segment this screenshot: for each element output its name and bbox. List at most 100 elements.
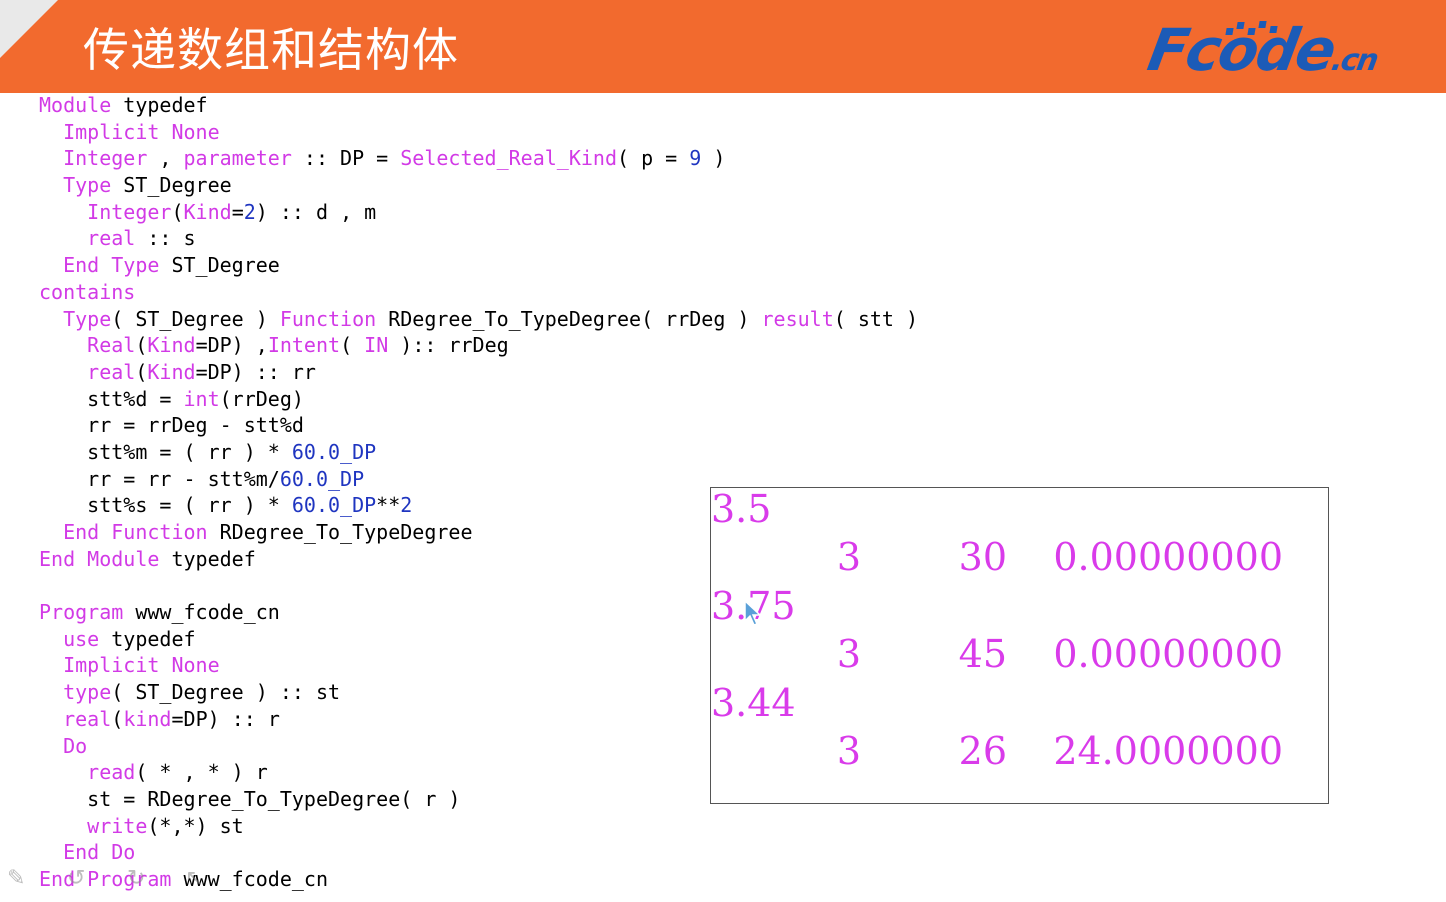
code-number: 60.0_DP bbox=[291, 493, 377, 518]
code-text: stt%m = ( rr ) * bbox=[39, 439, 292, 464]
code-keyword: Do bbox=[63, 733, 88, 758]
code-keyword: real bbox=[63, 706, 112, 731]
fcode-logo: Fcode.cn bbox=[1143, 16, 1438, 84]
code-keyword: type bbox=[63, 680, 112, 705]
code-line: write(*,*) st bbox=[39, 813, 918, 840]
console-minute-value: 30 bbox=[958, 535, 1007, 579]
code-text: st = RDegree_To_TypeDegree( r ) bbox=[39, 786, 461, 811]
code-text: = bbox=[231, 199, 244, 224]
console-minute-value: 26 bbox=[958, 729, 1007, 773]
code-line: Type( ST_Degree ) Function RDegree_To_Ty… bbox=[39, 306, 918, 333]
code-text: ( bbox=[135, 333, 148, 358]
code-text: typedef bbox=[99, 626, 196, 651]
code-keyword: Real bbox=[87, 333, 136, 358]
code-text: stt%d = bbox=[39, 386, 184, 411]
code-keyword: Program bbox=[39, 600, 124, 625]
undo-icon[interactable]: ↺ bbox=[67, 866, 85, 891]
code-keyword: Type bbox=[63, 173, 112, 198]
code-keyword: write bbox=[87, 813, 148, 838]
code-keyword: real bbox=[87, 226, 136, 251]
code-keyword: result bbox=[761, 306, 834, 331]
code-text: rr = rr - stt%m/ bbox=[39, 466, 280, 491]
code-line: contains bbox=[39, 279, 918, 306]
code-text: :: s bbox=[135, 226, 196, 251]
code-keyword: End Do bbox=[63, 840, 136, 865]
code-text: (rrDeg) bbox=[219, 386, 304, 411]
code-line: End Do bbox=[39, 839, 918, 866]
code-text: ):: rrDeg bbox=[388, 333, 509, 358]
code-keyword: use bbox=[63, 626, 100, 651]
code-keyword: Function bbox=[279, 306, 377, 331]
logo-suffix: .cn bbox=[1328, 43, 1380, 78]
mouse-cursor-icon bbox=[744, 600, 762, 626]
code-line: Integer(Kind=2) :: d , m bbox=[39, 199, 918, 226]
code-keyword: Kind bbox=[147, 359, 196, 384]
code-keyword: Implicit None bbox=[63, 119, 220, 144]
code-number: 2 bbox=[243, 199, 256, 224]
code-line: Implicit None bbox=[39, 119, 918, 146]
console-minute-value: 45 bbox=[958, 632, 1007, 676]
code-text: ( * , * ) r bbox=[135, 760, 268, 785]
code-text: =DP) :: r bbox=[171, 706, 280, 731]
logo-text: Fcode.cn bbox=[1141, 16, 1383, 93]
code-number: 60.0_DP bbox=[279, 466, 365, 491]
code-text: ( bbox=[171, 199, 184, 224]
code-text: ( bbox=[111, 706, 124, 731]
console-input-value: 3.44 bbox=[711, 681, 796, 725]
console-second-value: 0.00000000 bbox=[1053, 535, 1283, 579]
code-keyword: Implicit None bbox=[63, 653, 220, 678]
code-text: stt%s = ( rr ) * bbox=[39, 493, 292, 518]
code-keyword: Type bbox=[63, 306, 112, 331]
code-text: ST_Degree bbox=[159, 253, 280, 278]
code-keyword: contains bbox=[39, 279, 136, 304]
code-keyword: Kind bbox=[147, 333, 196, 358]
code-text: ( p = bbox=[617, 146, 690, 171]
code-text: ( bbox=[340, 333, 365, 358]
redo-icon[interactable]: ↻ bbox=[127, 866, 145, 891]
code-line: stt%m = ( rr ) * 60.0_DP bbox=[39, 439, 918, 466]
code-keyword: Integer bbox=[63, 146, 148, 171]
code-text: ( ST_Degree ) bbox=[111, 306, 280, 331]
title-bar: 传递数组和结构体 Fcode.cn bbox=[0, 0, 1446, 93]
console-degree-value: 3 bbox=[836, 632, 861, 676]
pen-icon[interactable]: ✎ bbox=[7, 866, 25, 891]
code-text: RDegree_To_TypeDegree bbox=[207, 520, 473, 544]
code-text: rr = rrDeg - stt%d bbox=[39, 413, 304, 438]
code-keyword: kind bbox=[123, 706, 172, 731]
code-line: Real(Kind=DP) ,Intent( IN ):: rrDeg bbox=[39, 332, 918, 359]
code-keyword: real bbox=[87, 359, 136, 384]
annotation-toolbar[interactable]: ✎ ↺ ↻ ↖ bbox=[5, 866, 245, 896]
code-text: typedef bbox=[111, 93, 208, 117]
pointer-icon[interactable]: ↖ bbox=[185, 866, 203, 891]
code-text: ) bbox=[701, 146, 726, 171]
code-text: , bbox=[147, 146, 184, 171]
code-keyword: End Type bbox=[63, 253, 160, 278]
code-line: End Type ST_Degree bbox=[39, 252, 918, 279]
code-keyword: read bbox=[87, 760, 136, 785]
code-keyword: int bbox=[183, 386, 220, 411]
slide-title: 传递数组和结构体 bbox=[83, 23, 459, 77]
code-text: ( ST_Degree ) :: st bbox=[111, 680, 341, 705]
code-line: real(Kind=DP) :: rr bbox=[39, 359, 918, 386]
code-keyword: Kind bbox=[183, 199, 232, 224]
code-text: ** bbox=[376, 493, 401, 518]
code-line: Integer , parameter :: DP = Selected_Rea… bbox=[39, 145, 918, 172]
code-number: 2 bbox=[400, 493, 413, 518]
code-keyword: End Module bbox=[39, 546, 160, 571]
console-degree-value: 3 bbox=[836, 535, 861, 579]
code-text: (*,*) st bbox=[147, 813, 244, 838]
code-text: ) :: d , m bbox=[255, 199, 377, 224]
